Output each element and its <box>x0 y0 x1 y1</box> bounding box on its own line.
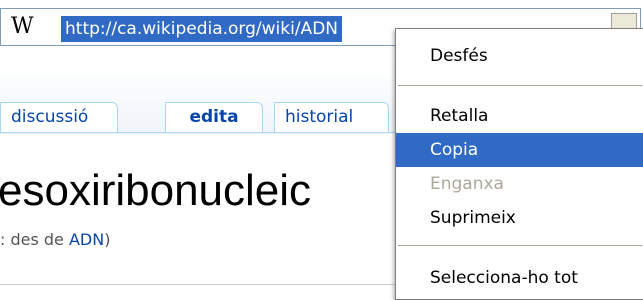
tab-discussio[interactable]: discussió <box>0 102 118 132</box>
menu-item-retalla[interactable]: Retalla <box>396 99 643 133</box>
wikipedia-w-icon: W <box>11 14 34 39</box>
redirect-note: : des de ADN) <box>0 230 110 249</box>
page-title: esoxiribonucleic <box>0 166 312 215</box>
menu-item-desfes[interactable]: Desfés <box>396 39 643 73</box>
tab-historial[interactable]: historial <box>274 102 389 132</box>
menu-separator <box>398 85 642 86</box>
menu-item-selecciona-ho-tot[interactable]: Selecciona-ho tot <box>396 261 643 295</box>
redirect-link[interactable]: ADN <box>69 230 104 249</box>
url-text-selected[interactable]: http://ca.wikipedia.org/wiki/ADN <box>61 16 342 42</box>
menu-separator <box>398 245 642 246</box>
menu-item-suprimeix[interactable]: Suprimeix <box>396 201 643 235</box>
context-menu: Desfés Retalla Copia Enganxa Suprimeix S… <box>395 28 643 300</box>
redirect-suffix: ) <box>104 230 111 249</box>
menu-item-copia[interactable]: Copia <box>396 133 643 167</box>
page-top-strip <box>0 0 643 6</box>
menu-item-enganxa: Enganxa <box>430 174 504 194</box>
redirect-prefix: : des de <box>0 230 69 249</box>
tab-edita[interactable]: edita <box>165 102 263 132</box>
